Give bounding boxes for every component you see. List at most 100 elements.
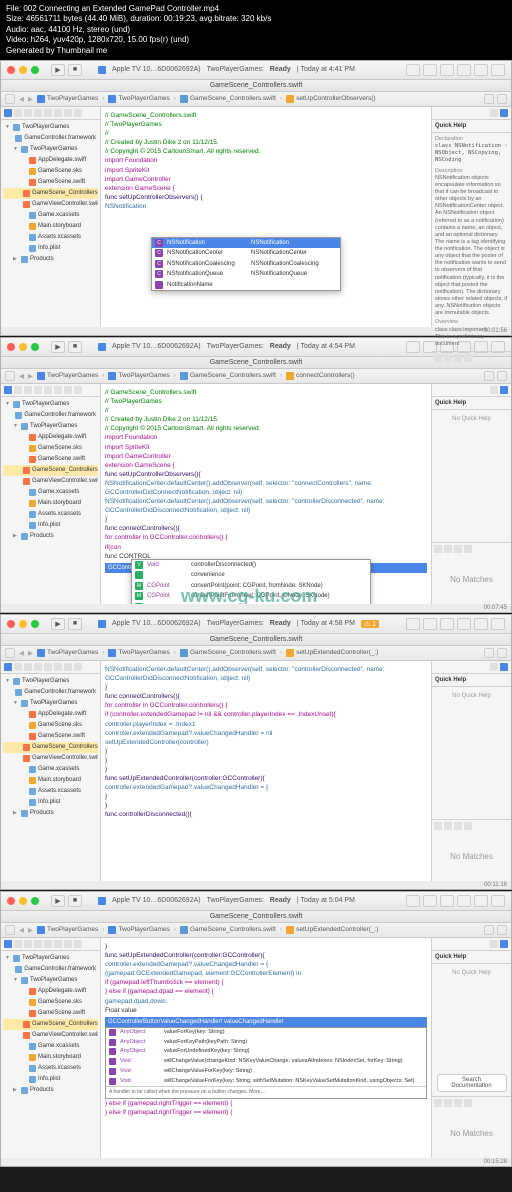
nav-tab-icon[interactable] — [54, 940, 62, 948]
editor-mode-icon[interactable] — [406, 895, 420, 907]
tree-item[interactable]: ▶Products — [3, 1085, 98, 1096]
minimize-window-icon[interactable] — [19, 343, 27, 351]
scheme-icon[interactable] — [98, 620, 106, 628]
source-editor[interactable]: // GameScene_Controllers.swift// TwoPlay… — [101, 107, 431, 327]
panel-toggle-icon[interactable] — [491, 618, 505, 630]
tree-item[interactable]: Info.plist — [3, 243, 98, 254]
inspector-tab-icon[interactable] — [500, 663, 508, 671]
nav-tab-icon[interactable] — [34, 386, 42, 394]
close-window-icon[interactable] — [7, 66, 15, 74]
tree-item[interactable]: AppDelegate.swift — [3, 986, 98, 997]
tree-item[interactable]: Info.plist — [3, 520, 98, 531]
nav-tab-icon[interactable] — [34, 109, 42, 117]
code-line[interactable]: NSNotificationCenter.defaultCenter().add… — [105, 665, 427, 674]
tree-item[interactable]: ▼TwoPlayerGames — [3, 975, 98, 986]
code-line[interactable]: gamepad.dpad.down. — [105, 997, 427, 1006]
breadcrumb-segment[interactable]: GameScene_Controllers.swift — [180, 926, 276, 934]
forward-icon[interactable]: ▶ — [28, 95, 33, 103]
search-documentation-button[interactable]: Search Documentation — [437, 1074, 507, 1092]
editor-mode-icon[interactable] — [423, 895, 437, 907]
tree-item[interactable]: GameScene.swift — [3, 731, 98, 742]
autocomplete-row[interactable]: VoidwillChangeValueForKey(key: String, w… — [106, 1077, 426, 1087]
tree-item[interactable]: GameScene.sks — [3, 997, 98, 1008]
minimize-window-icon[interactable] — [19, 66, 27, 74]
zoom-window-icon[interactable] — [31, 66, 39, 74]
forward-icon[interactable]: ▶ — [28, 926, 33, 934]
code-line[interactable]: } else if (gamepad.rightTrigger == eleme… — [105, 1099, 427, 1108]
autocomplete-row[interactable]: VoidwillChangeValueForKey(key: String) — [106, 1067, 426, 1077]
code-line[interactable]: extension GameScene { — [105, 461, 427, 470]
project-navigator[interactable]: ▼TwoPlayerGamesGameController.framework▼… — [1, 107, 101, 327]
breadcrumb-segment[interactable]: TwoPlayerGames — [108, 95, 169, 103]
code-line[interactable]: if (gamepad.leftThumbstick == element) { — [105, 978, 427, 987]
related-items-icon[interactable] — [5, 371, 15, 381]
code-line[interactable]: NSNotificationCenter.defaultCenter().add… — [105, 479, 427, 488]
nav-tab-icon[interactable] — [64, 940, 72, 948]
inspector-tab-icon[interactable] — [500, 940, 508, 948]
related-items-icon[interactable] — [5, 925, 15, 935]
code-line[interactable]: import SpriteKit — [105, 443, 427, 452]
stop-button[interactable]: ■ — [68, 895, 82, 907]
library-selector[interactable] — [432, 1096, 511, 1109]
tree-item[interactable]: Game.xcassets — [3, 764, 98, 775]
panel-toggle-icon[interactable] — [457, 64, 471, 76]
tree-item[interactable]: ▶Products — [3, 531, 98, 542]
autocomplete-row[interactable]: CNSNotificationCoalescingNSNotificationC… — [152, 259, 340, 269]
panel-toggle-icon[interactable] — [457, 618, 471, 630]
panel-toggle-icon[interactable] — [474, 618, 488, 630]
jump-bar[interactable]: ◀▶TwoPlayerGames›TwoPlayerGames›GameScen… — [1, 646, 511, 661]
code-line[interactable]: func controllerDisconnected(){ — [105, 810, 427, 819]
breadcrumb-segment[interactable]: TwoPlayerGames — [37, 372, 98, 380]
code-line[interactable]: import Foundation — [105, 433, 427, 442]
code-line[interactable]: controller.playerIndex = .Index1 — [105, 720, 427, 729]
tree-item[interactable]: GameScene_Controllers.swift — [3, 465, 98, 476]
run-button[interactable]: ▶ — [51, 341, 65, 353]
tree-item[interactable]: Assets.xcassets — [3, 232, 98, 243]
minimize-window-icon[interactable] — [19, 620, 27, 628]
breadcrumb-segment[interactable]: TwoPlayerGames — [108, 649, 169, 657]
tree-item[interactable]: GameScene.sks — [3, 166, 98, 177]
editor-mode-icon[interactable] — [440, 64, 454, 76]
nav-tab-icon[interactable] — [74, 109, 82, 117]
inspector-tab-icon[interactable] — [490, 940, 498, 948]
breadcrumb-segment[interactable]: setUpExtendedController(_:) — [286, 649, 378, 657]
nav-tab-icon[interactable] — [64, 109, 72, 117]
autocomplete-row[interactable]: AnyObjectvalueForUndefinedKey(key: Strin… — [106, 1047, 426, 1057]
tree-item[interactable]: ▼TwoPlayerGames — [3, 144, 98, 155]
nav-tab-icon[interactable] — [44, 109, 52, 117]
nav-tab-icon[interactable] — [64, 386, 72, 394]
breadcrumb-segment[interactable]: TwoPlayerGames — [108, 372, 169, 380]
editor-mode-icon[interactable] — [406, 64, 420, 76]
tree-item[interactable]: AppDelegate.swift — [3, 432, 98, 443]
disclosure-icon[interactable]: ▶ — [13, 1087, 19, 1095]
nav-tab-icon[interactable] — [14, 109, 22, 117]
nav-tab-icon[interactable] — [24, 386, 32, 394]
code-line[interactable]: } — [105, 756, 427, 765]
editor-mode-icon[interactable] — [423, 64, 437, 76]
autocomplete-row[interactable]: CNSNotificationNSNotification — [152, 238, 340, 248]
nav-tab-icon[interactable] — [54, 109, 62, 117]
code-line[interactable]: // — [105, 129, 427, 138]
back-icon[interactable]: ◀ — [19, 649, 24, 657]
navigator-selector[interactable] — [1, 661, 100, 674]
code-line[interactable]: for controller in GCController.controlle… — [105, 701, 427, 710]
tree-item[interactable]: Assets.xcassets — [3, 786, 98, 797]
run-button[interactable]: ▶ — [51, 64, 65, 76]
code-line[interactable]: // GameScene_Controllers.swift — [105, 388, 427, 397]
scheme-icon[interactable] — [98, 897, 106, 905]
code-line[interactable]: (gamepad:GCExtendedGamepad, element:GCCo… — [105, 969, 427, 978]
nav-tab-icon[interactable] — [54, 386, 62, 394]
nav-tab-icon[interactable] — [54, 663, 62, 671]
code-line[interactable]: // Copyright © 2015 CartoonSmart. All ri… — [105, 424, 427, 433]
tree-item[interactable]: GameViewController.swift — [3, 199, 98, 210]
autocomplete-popup[interactable]: CNSNotificationNSNotification CNSNotifica… — [151, 237, 341, 291]
nav-tab-icon[interactable] — [24, 940, 32, 948]
jump-bar-icon[interactable] — [484, 648, 494, 658]
code-line[interactable]: for controller in GCController.controlle… — [105, 533, 427, 542]
library-selector[interactable] — [432, 819, 511, 832]
editor-mode-icon[interactable] — [423, 618, 437, 630]
panel-toggle-icon[interactable] — [491, 895, 505, 907]
code-line[interactable]: extension GameScene { — [105, 184, 427, 193]
breadcrumb-segment[interactable]: setUpExtendedController(_:) — [286, 926, 378, 934]
related-items-icon[interactable] — [5, 94, 15, 104]
